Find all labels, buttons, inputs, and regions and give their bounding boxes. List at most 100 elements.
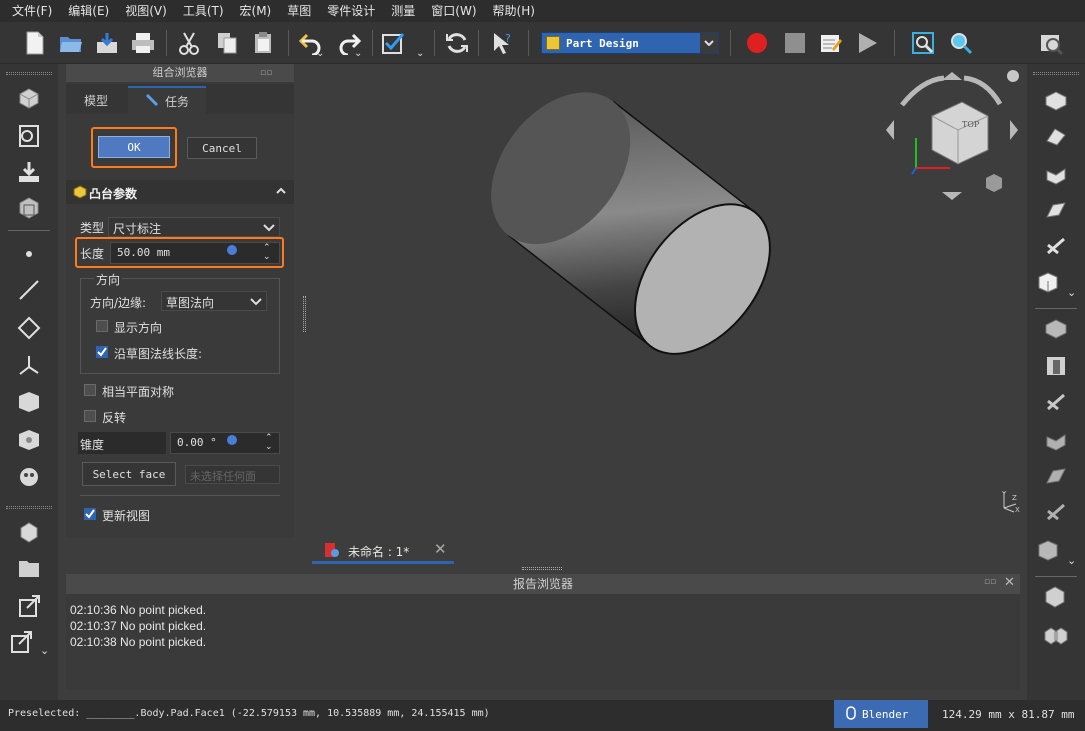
menu-edit[interactable]: 编辑(E)	[60, 0, 117, 22]
face-name-field: 未选择任何面	[185, 465, 280, 484]
recompute-check-icon[interactable]	[378, 28, 408, 58]
tab-task[interactable]: 任务	[128, 86, 206, 114]
subshape-binder-icon[interactable]	[14, 426, 44, 454]
collapse-chevron-icon[interactable]	[275, 184, 287, 199]
show-direction-label: 显示方向	[114, 321, 163, 335]
expression-icon[interactable]	[227, 245, 237, 255]
menu-sketch[interactable]: 草图	[279, 0, 319, 22]
validate-sketch-icon[interactable]	[14, 194, 44, 222]
expression-icon[interactable]	[227, 435, 237, 445]
chevron-down-icon[interactable]: ⌄	[40, 644, 49, 657]
save-icon[interactable]	[92, 28, 122, 58]
spin-down-icon[interactable]: ⌄	[265, 443, 273, 452]
tab-document[interactable]: 未命名 : 1* ✕	[312, 538, 454, 564]
run-macro-icon[interactable]	[852, 28, 882, 58]
mirrored-icon[interactable]	[1041, 582, 1071, 610]
pad-icon[interactable]	[1041, 86, 1071, 114]
print-icon[interactable]	[128, 28, 158, 58]
linear-pattern-icon[interactable]	[1041, 620, 1071, 648]
report-log[interactable]: 02:10:36 No point picked. 02:10:37 No po…	[66, 602, 1020, 690]
menu-part-design[interactable]: 零件设计	[319, 0, 383, 22]
along-normal-checkbox[interactable]	[96, 346, 108, 358]
groove-icon[interactable]	[1041, 388, 1071, 416]
ok-button[interactable]: OK	[98, 136, 170, 158]
stop-macro-icon[interactable]	[780, 28, 810, 58]
subtractive-pipe-icon[interactable]	[1041, 462, 1071, 490]
create-body-icon[interactable]	[14, 84, 44, 112]
subtractive-loft-icon[interactable]	[1041, 426, 1071, 454]
additive-pipe-icon[interactable]	[1041, 196, 1071, 224]
paste-icon[interactable]	[248, 28, 278, 58]
fit-all-icon[interactable]	[908, 28, 938, 58]
record-macro-icon[interactable]	[742, 28, 772, 58]
taper-input[interactable]: 0.00 ° ⌃ ⌄	[170, 432, 280, 454]
menu-file[interactable]: 文件(F)	[4, 0, 60, 22]
create-sketch-icon[interactable]	[14, 122, 44, 150]
symmetric-checkbox[interactable]	[84, 384, 96, 396]
splitter-handle[interactable]	[303, 296, 306, 332]
hole-icon[interactable]	[1041, 352, 1071, 380]
local-coordinate-system-icon[interactable]	[14, 352, 44, 380]
new-file-icon[interactable]	[20, 28, 50, 58]
spin-down-icon[interactable]: ⌄	[263, 253, 271, 262]
pad-parameters-header[interactable]: 凸台参数	[66, 180, 294, 204]
subtractive-helix-icon[interactable]	[1041, 498, 1071, 526]
menu-window[interactable]: 窗口(W)	[423, 0, 484, 22]
chevron-down-icon[interactable]: ⌄	[1067, 286, 1076, 299]
pocket-icon[interactable]	[1041, 314, 1071, 342]
copy-icon[interactable]	[212, 28, 242, 58]
view-zoom-icon[interactable]	[1036, 28, 1066, 58]
update-view-checkbox[interactable]	[84, 508, 96, 520]
shape-binder-icon[interactable]	[14, 388, 44, 416]
navigation-cube[interactable]: TOP	[882, 70, 1022, 210]
menu-help[interactable]: 帮助(H)	[485, 0, 543, 22]
part-icon[interactable]	[14, 518, 44, 546]
fit-selection-icon[interactable]	[946, 28, 976, 58]
splitter-handle[interactable]	[522, 567, 562, 570]
update-view-label: 更新视图	[102, 509, 151, 523]
datum-plane-icon[interactable]	[14, 314, 44, 342]
cancel-button[interactable]: Cancel	[187, 137, 257, 159]
additive-helix-icon[interactable]	[1041, 232, 1071, 260]
subtractive-primitive-icon[interactable]	[1033, 536, 1063, 564]
check-dropdown-icon[interactable]: ⌄	[416, 48, 424, 59]
additive-loft-icon[interactable]	[1041, 160, 1071, 188]
type-select[interactable]: 尺寸标注	[108, 217, 280, 237]
group-folder-icon[interactable]	[14, 554, 44, 582]
direction-edge-select[interactable]: 草图法向	[161, 291, 267, 311]
select-face-button[interactable]: Select face	[82, 462, 176, 486]
additive-primitive-icon[interactable]	[1033, 268, 1063, 296]
clone-icon[interactable]	[14, 462, 44, 490]
close-icon[interactable]: ✕	[434, 540, 447, 558]
import-icon[interactable]	[14, 158, 44, 186]
float-panel-icon[interactable]: ▫▫	[984, 577, 996, 587]
float-panel-icon[interactable]: ▫▫	[260, 68, 272, 78]
menu-tools[interactable]: 工具(T)	[175, 0, 232, 22]
datum-point-icon[interactable]	[14, 240, 44, 268]
revolution-icon[interactable]	[1041, 122, 1071, 150]
along-normal-label: 沿草图法线长度:	[114, 347, 203, 361]
tab-model[interactable]: 模型	[66, 86, 126, 114]
menu-measure[interactable]: 测量	[383, 0, 423, 22]
refresh-icon[interactable]	[442, 28, 472, 58]
chevron-down-icon[interactable]: ⌄	[1067, 554, 1076, 567]
workbench-selector[interactable]: Part Design	[541, 32, 719, 54]
whats-this-icon[interactable]: ?	[488, 28, 518, 58]
open-folder-icon[interactable]	[56, 28, 86, 58]
cut-icon[interactable]	[174, 28, 204, 58]
redo-dropdown-icon[interactable]: ⌄	[354, 48, 362, 59]
edit-macro-icon[interactable]	[816, 28, 846, 58]
show-direction-checkbox[interactable]	[96, 320, 108, 332]
symmetric-label: 相当平面对称	[102, 385, 175, 399]
link-icon[interactable]	[14, 592, 44, 620]
menu-macro[interactable]: 宏(M)	[232, 0, 280, 22]
reversed-checkbox[interactable]	[84, 410, 96, 422]
datum-line-icon[interactable]	[14, 276, 44, 304]
length-input[interactable]: 50.00 mm ⌃ ⌄	[110, 242, 280, 264]
link-actions-icon[interactable]	[6, 628, 36, 656]
3d-viewport[interactable]: TOP YZX	[312, 64, 1026, 536]
close-icon[interactable]: ✕	[1004, 575, 1015, 590]
menu-view[interactable]: 视图(V)	[117, 0, 175, 22]
navigation-style-button[interactable]: Blender	[834, 700, 928, 728]
undo-dropdown-icon[interactable]: ⌄	[316, 48, 324, 59]
